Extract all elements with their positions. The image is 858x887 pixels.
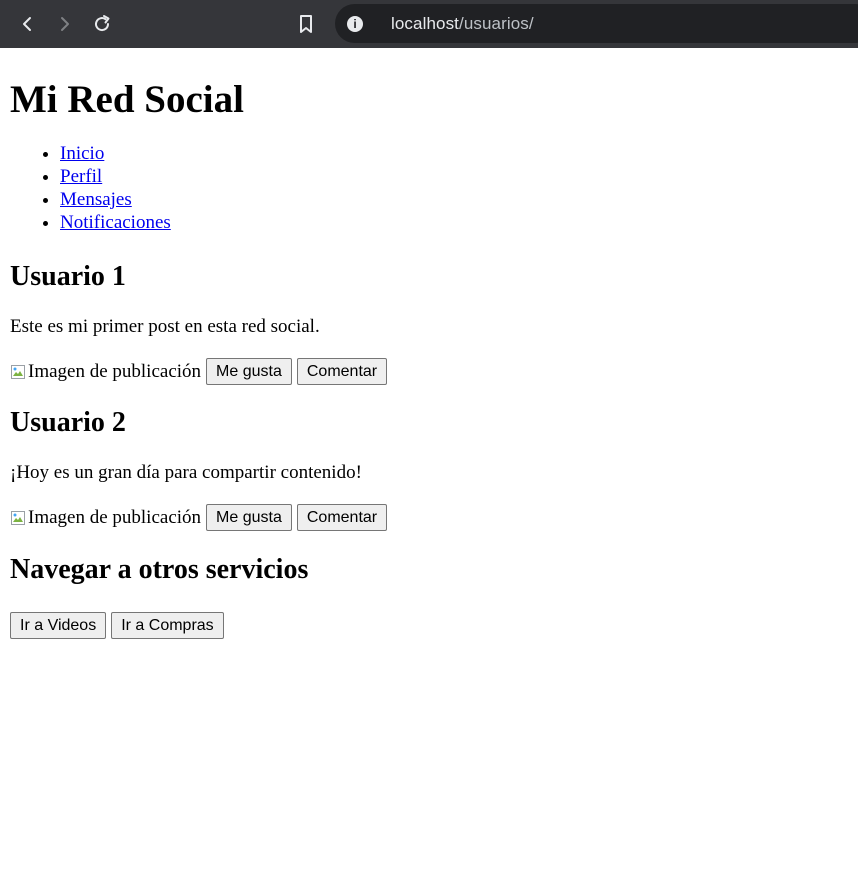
main-nav: Inicio Perfil Mensajes Notificaciones xyxy=(8,142,850,234)
nav-link-notificaciones[interactable]: Notificaciones xyxy=(60,212,171,233)
post-image: Imagen de publicación xyxy=(10,361,201,383)
post-image-alt: Imagen de publicación xyxy=(28,506,202,528)
bookmark-button[interactable] xyxy=(291,9,321,39)
broken-image-icon xyxy=(10,364,26,380)
url-host: localhost xyxy=(391,13,459,33)
post: Usuario 1 Este es mi primer post en esta… xyxy=(8,260,850,385)
bookmark-icon xyxy=(300,15,312,33)
reload-button[interactable] xyxy=(87,9,117,39)
go-to-shopping-button[interactable]: Ir a Compras xyxy=(111,612,224,639)
chevron-right-icon xyxy=(61,17,69,31)
reload-icon xyxy=(95,15,110,32)
nav-link-perfil[interactable]: Perfil xyxy=(60,166,102,187)
post-actions: Imagen de publicación Me gusta Comentar xyxy=(10,504,850,531)
forward-button[interactable] xyxy=(50,9,80,39)
nav-item-inicio: Inicio xyxy=(60,142,850,165)
nav-item-mensajes: Mensajes xyxy=(60,188,850,211)
post-author: Usuario 2 xyxy=(10,407,126,438)
services-actions: Ir a Videos Ir a Compras xyxy=(10,612,850,639)
like-button[interactable]: Me gusta xyxy=(206,358,292,385)
chevron-left-icon xyxy=(23,17,31,31)
site-title: Mi Red Social xyxy=(10,78,244,121)
comment-button[interactable]: Comentar xyxy=(296,504,388,531)
services-heading: Navegar a otros servicios xyxy=(10,554,309,585)
comment-button[interactable]: Comentar xyxy=(296,358,388,385)
broken-image-icon xyxy=(10,510,26,526)
nav-item-perfil: Perfil xyxy=(60,165,850,188)
post: Usuario 2 ¡Hoy es un gran día para compa… xyxy=(8,406,850,531)
post-text: ¡Hoy es un gran día para compartir conte… xyxy=(10,462,362,483)
post-text: Este es mi primer post en esta red socia… xyxy=(10,316,320,337)
nav-item-notificaciones: Notificaciones xyxy=(60,211,850,234)
go-to-videos-button[interactable]: Ir a Videos xyxy=(10,612,107,639)
address-bar[interactable]: i localhost/usuarios/ xyxy=(335,4,858,43)
nav-link-inicio[interactable]: Inicio xyxy=(60,143,104,164)
back-button[interactable] xyxy=(12,9,42,39)
like-button[interactable]: Me gusta xyxy=(206,504,292,531)
url-path: /usuarios/ xyxy=(459,13,534,33)
post-author: Usuario 1 xyxy=(10,261,126,292)
post-image: Imagen de publicación xyxy=(10,507,201,529)
nav-link-mensajes[interactable]: Mensajes xyxy=(60,189,132,210)
post-image-alt: Imagen de publicación xyxy=(28,360,202,382)
url-text[interactable]: localhost/usuarios/ xyxy=(391,14,534,34)
page-content: Mi Red Social Inicio Perfil Mensajes Not… xyxy=(0,77,858,639)
post-actions: Imagen de publicación Me gusta Comentar xyxy=(10,358,850,385)
browser-toolbar: i localhost/usuarios/ xyxy=(0,0,858,48)
info-icon[interactable]: i xyxy=(347,15,363,32)
